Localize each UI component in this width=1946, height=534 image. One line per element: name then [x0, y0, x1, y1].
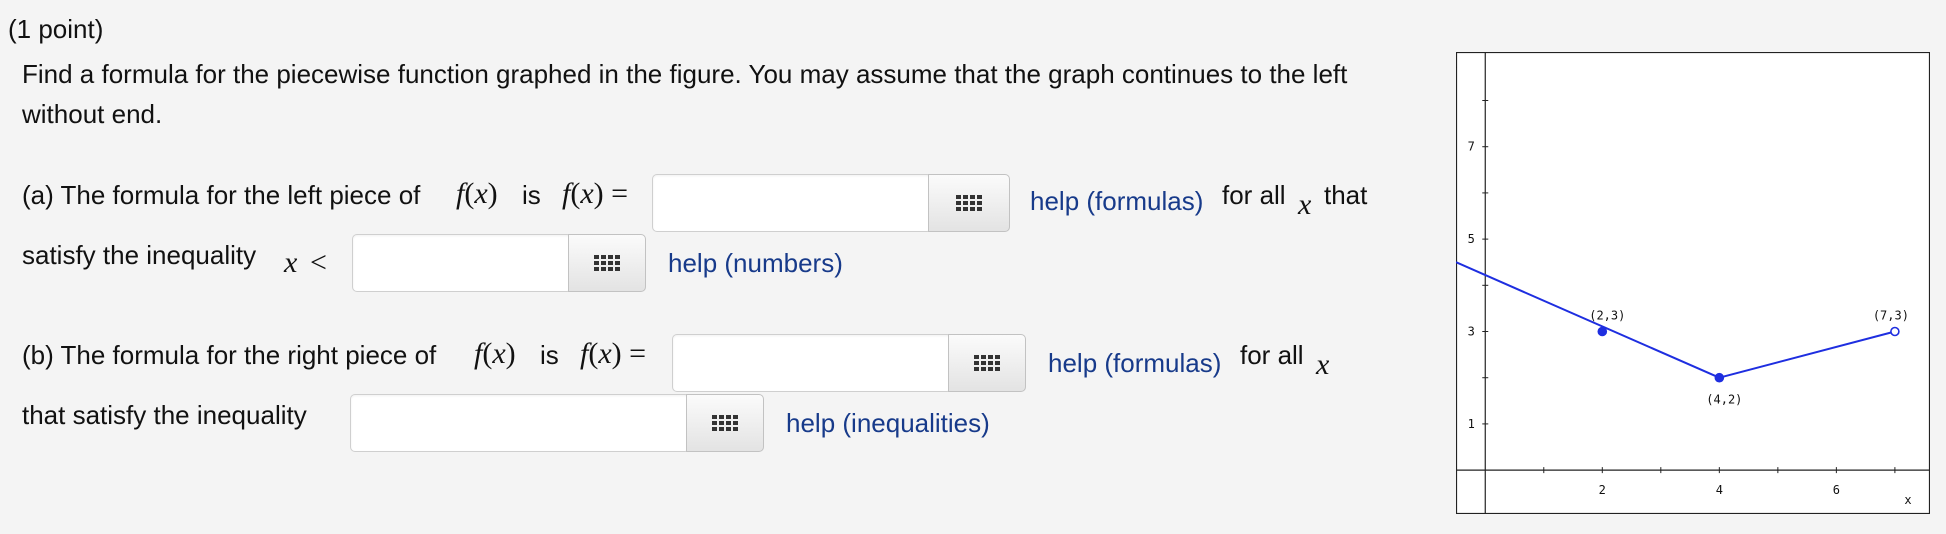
grid-icon: [594, 255, 620, 271]
part-a-for-all: for all: [1222, 180, 1286, 210]
fx-var: x: [474, 177, 488, 210]
x-axis-label: x: [1904, 493, 1911, 507]
part-b-inequality-input[interactable]: [350, 394, 690, 452]
y-axis-label: y: [1456, 63, 1457, 77]
closed-point: [1714, 372, 1725, 383]
x-tick-label: 4: [1716, 483, 1723, 497]
graph-frame: [1456, 52, 1930, 514]
part-a-formula-input[interactable]: [652, 174, 932, 232]
problem-statement: Find a formula for the piecewise functio…: [22, 59, 1348, 129]
part-b-fx: f(x): [474, 337, 516, 370]
part-b-inequality-equation-editor-button[interactable]: [686, 394, 764, 452]
part-b-formula-input[interactable]: [672, 334, 952, 392]
help-formulas-link-b[interactable]: help (formulas): [1048, 348, 1221, 379]
grid-icon: [956, 195, 982, 211]
grid-icon: [974, 355, 1000, 371]
part-a-that: that: [1324, 180, 1368, 210]
y-tick-label: 3: [1468, 325, 1475, 339]
function-graph: 2 4 6 1 3 5 7 y x (2,3) (4,2) (7,3): [1456, 52, 1930, 514]
part-b-formula-equation-editor-button[interactable]: [948, 334, 1026, 392]
x-tick-label: 6: [1833, 483, 1840, 497]
grid-icon: [712, 415, 738, 431]
part-b-for-all: for all: [1240, 340, 1304, 370]
y-tick-label: 7: [1468, 140, 1475, 154]
fx-var: x: [598, 337, 612, 370]
point-label: (4,2): [1706, 393, 1742, 407]
closed-point: [1597, 326, 1608, 337]
part-a-bound-input[interactable]: [352, 234, 572, 292]
help-formulas-link-a[interactable]: help (formulas): [1030, 186, 1203, 217]
open-point: [1890, 326, 1900, 337]
part-a-fx: f(x): [456, 177, 498, 210]
help-inequalities-link[interactable]: help (inequalities): [786, 408, 990, 439]
part-a-fx-eq: f(x) =: [562, 177, 629, 210]
part-a-x-var: x: [1298, 188, 1312, 221]
part-b-satisfy: that satisfy the inequality: [22, 400, 307, 430]
part-a-bound-equation-editor-button[interactable]: [568, 234, 646, 292]
part-a-satisfy: satisfy the inequality: [22, 240, 257, 270]
y-tick-label: 5: [1468, 232, 1475, 246]
part-b-fx-eq: f(x) =: [580, 337, 647, 370]
part-a-x-var: x: [284, 246, 298, 279]
point-label: (2,3): [1589, 309, 1625, 323]
y-tick-label: 1: [1468, 417, 1475, 431]
fx-var: x: [492, 337, 506, 370]
part-b-x-var: x: [1316, 348, 1330, 381]
points-label: (1 point): [8, 14, 104, 44]
part-a-prefix: (a) The formula for the left piece of: [22, 180, 421, 210]
less-than-sign: <: [310, 246, 327, 279]
part-a-formula-equation-editor-button[interactable]: [928, 174, 1010, 232]
help-numbers-link[interactable]: help (numbers): [668, 248, 843, 279]
x-tick-label: 2: [1599, 483, 1606, 497]
fx-var: x: [580, 177, 594, 210]
part-b-prefix: (b) The formula for the right piece of: [22, 340, 437, 370]
part-a-is: is: [522, 180, 541, 210]
part-b-is: is: [540, 340, 559, 370]
point-label: (7,3): [1873, 309, 1909, 323]
